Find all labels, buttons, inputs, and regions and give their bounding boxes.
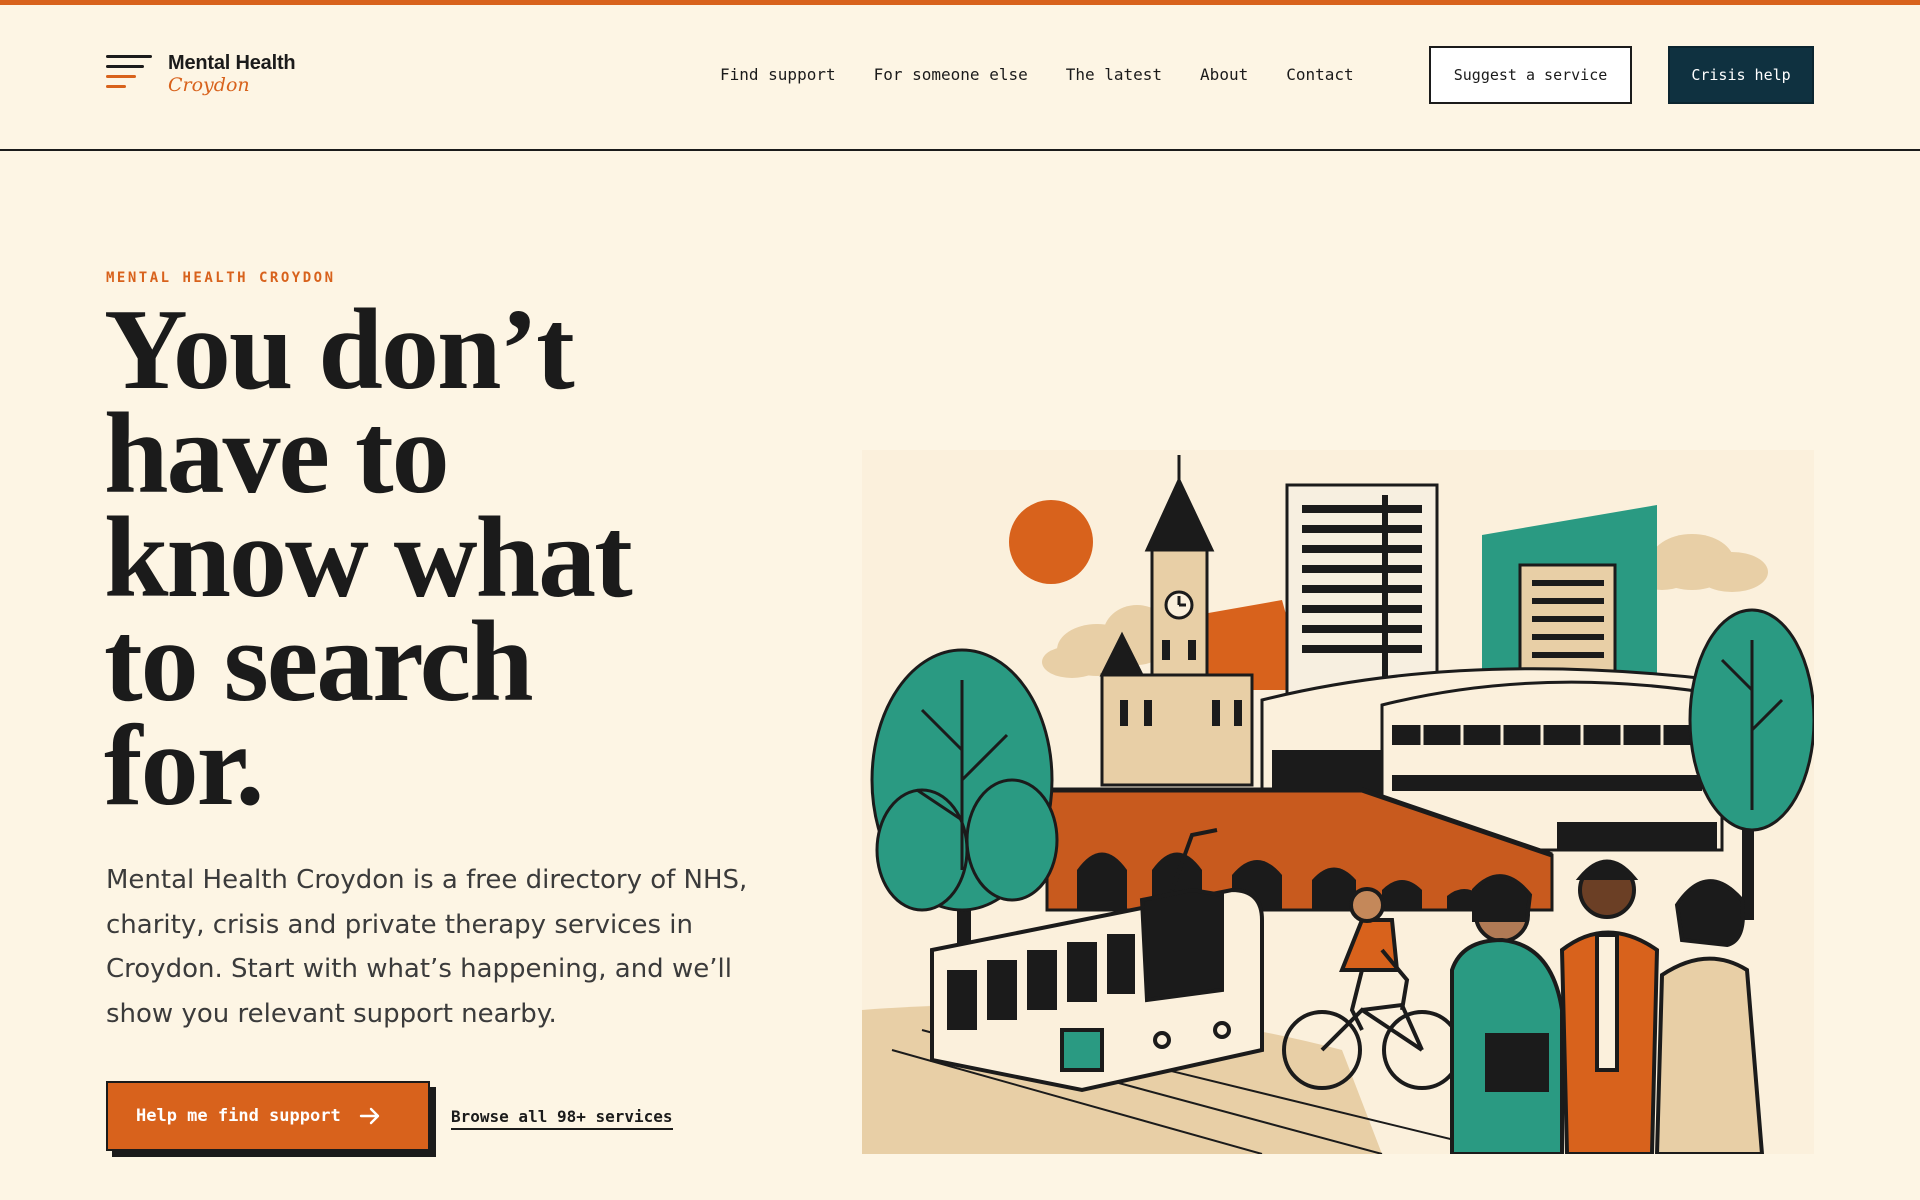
intro-line: Croydon. Start with what’s happening, an… xyxy=(106,954,732,984)
nav-find-support[interactable]: Find support xyxy=(720,65,836,84)
intro-line: Mental Health Croydon is a free director… xyxy=(106,865,748,895)
croydon-cityscape-illustration xyxy=(862,450,1814,1154)
nav-contact[interactable]: Contact xyxy=(1286,65,1353,84)
primary-cta-wrapper: Help me find support xyxy=(106,1081,436,1157)
arrow-right-icon xyxy=(359,1107,379,1125)
intro-line: show you relevant support nearby. xyxy=(106,998,557,1029)
logo-text: Mental Health Croydon xyxy=(168,52,296,96)
help-find-support-button[interactable]: Help me find support xyxy=(106,1081,430,1151)
nav-about[interactable]: About xyxy=(1200,65,1248,84)
hero-eyebrow: MENTAL HEALTH CROYDON xyxy=(106,270,336,286)
browse-services-link[interactable]: Browse all 98+ services xyxy=(451,1107,673,1130)
hero-headline: You don’t have to know what to search fo… xyxy=(104,292,844,824)
nav-the-latest[interactable]: The latest xyxy=(1066,65,1162,84)
nav-for-someone-else[interactable]: For someone else xyxy=(874,65,1028,84)
crisis-help-button[interactable]: Crisis help xyxy=(1668,46,1814,104)
logo-lines-icon xyxy=(106,53,154,93)
intro-line: charity, crisis and private therapy serv… xyxy=(106,909,693,940)
sun-icon xyxy=(1009,500,1093,584)
hero-intro: Mental Health Croydon is a free director… xyxy=(106,858,766,1036)
site-header: Mental Health Croydon Find support For s… xyxy=(0,5,1920,151)
group-of-people xyxy=(1450,859,1765,1154)
site-logo[interactable]: Mental Health Croydon xyxy=(106,52,296,96)
logo-title: Mental Health xyxy=(168,52,296,74)
logo-subtitle: Croydon xyxy=(168,74,250,96)
headline-line: for. xyxy=(104,702,264,830)
main-nav: Find support For someone else The latest… xyxy=(720,65,1392,84)
cta-label: Help me find support xyxy=(136,1106,341,1126)
suggest-service-button[interactable]: Suggest a service xyxy=(1429,46,1632,104)
